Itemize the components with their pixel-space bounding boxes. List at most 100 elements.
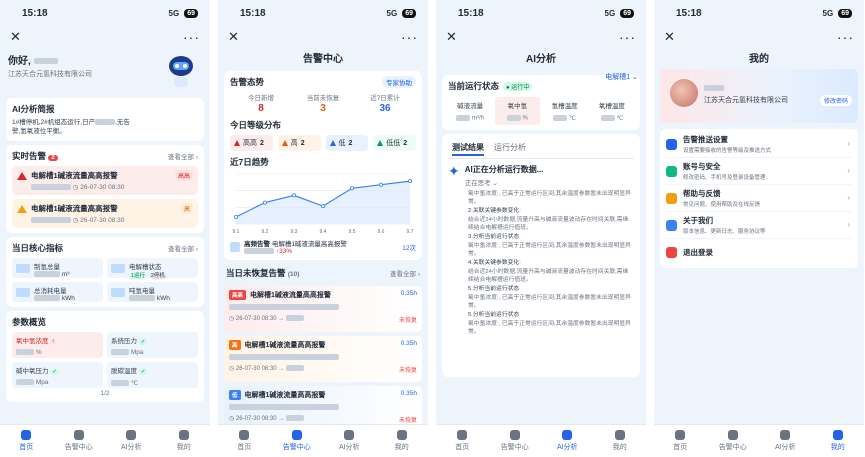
param-item[interactable]: 系统压力 ✓ Mpa <box>107 332 198 358</box>
avatar[interactable] <box>670 79 698 107</box>
close-icon[interactable]: ✕ <box>446 29 457 45</box>
signal-label: 5G <box>168 8 180 18</box>
tab-alarm[interactable]: 告警中心 <box>271 425 324 457</box>
page-indicator: 1/2 <box>100 390 110 397</box>
nav-bar: ✕ ··· <box>0 26 210 48</box>
logout-icon <box>666 247 677 258</box>
tab-bar: 首页 告警中心 AI分析 我的 <box>654 424 864 457</box>
close-icon[interactable]: ✕ <box>664 29 675 45</box>
battery-icon: 69 <box>620 8 634 18</box>
more-icon[interactable]: ··· <box>837 29 854 45</box>
param-item[interactable]: 碱中氧压力 ✓ Mpa <box>12 362 103 388</box>
tab-mine[interactable]: 我的 <box>594 425 647 457</box>
tab-alarm[interactable]: 告警中心 <box>707 425 760 457</box>
alarm-item[interactable]: 电解槽1碱液流量高高报警 ◷ 26-07-30 08:30 高高 <box>12 166 198 195</box>
ai-brief-text-2: 无告 <box>116 119 130 126</box>
unresolved-alarm-item[interactable]: 高高 电解槽1碱液流量高高报警 0.35h ◷ 26-07-30 08:30 → … <box>224 286 422 332</box>
metric-power-total[interactable]: 总消耗电量 kWh <box>12 282 103 302</box>
tab-alarm[interactable]: 告警中心 <box>53 425 106 457</box>
alarm-item[interactable]: 电解槽1碱液流量高高报警 ◷ 26-07-30 08:30 高 <box>12 199 198 228</box>
unresolved-alarm-item[interactable]: 高电解槽1碱液流量高高报警 0.35h ◷ 26-07-30 08:30 → 未… <box>224 336 422 382</box>
close-icon[interactable]: ✕ <box>228 29 239 45</box>
battery-icon: 69 <box>838 8 852 18</box>
ai-brief-card[interactable]: AI分析简报 1#槽停机,2#机组态运行,日产 ,无告 警,氢氧液位平衡。 <box>6 98 204 141</box>
nav-bar: ✕ ··· <box>218 26 428 48</box>
menu-about-us[interactable]: 关于我们 版本信息、更新日志、服务协议等 › <box>666 212 852 239</box>
metric-power-per-ton[interactable]: 吨氢电量 kWh <box>107 282 198 302</box>
chevron-right-icon: › <box>847 220 850 229</box>
core-metrics-title: 当日核心指标 <box>12 243 64 253</box>
kpi-h2-in-o2[interactable]: 氧中氢 % <box>495 97 540 125</box>
kpi-o2-tank-temp[interactable]: 氧槽温度 ℃ <box>590 97 634 125</box>
x-tick-label: 9.4 <box>320 229 327 235</box>
menu-help-feedback[interactable]: 帮助与反馈 常见问题、使用帮助及在线反馈 › <box>666 185 852 212</box>
bell-icon <box>291 430 302 440</box>
trend-point <box>407 179 412 184</box>
kpi-lye-flow[interactable]: 碱液流量 m³/h <box>448 97 492 125</box>
sparkle-icon: ✦ <box>448 163 460 179</box>
tab-home[interactable]: 首页 <box>654 425 707 457</box>
tab-ai[interactable]: AI分析 <box>541 425 594 457</box>
status-time: 15:18 <box>22 7 48 19</box>
view-all-alarms-link[interactable]: 查看全部 › <box>168 151 198 161</box>
unresolved-title: 当日未恢复告警 <box>226 268 286 278</box>
more-icon[interactable]: ··· <box>401 29 418 45</box>
menu-account-security[interactable]: 账号与安全 修改密码、手机号及登录设备管理 › <box>666 158 852 185</box>
trend-point <box>321 204 326 209</box>
kpi-h2-tank-temp[interactable]: 氢槽温度 ℃ <box>543 97 587 125</box>
view-all-unresolved-link[interactable]: 查看全部 › <box>390 268 420 278</box>
change-password-button[interactable]: 修改密码 <box>819 95 852 106</box>
help-icon <box>666 192 677 204</box>
account-icon <box>666 165 677 177</box>
metric-electrolyzer-state[interactable]: 电解槽状态 1运行 2停机 <box>107 258 198 279</box>
alarm-center-screen: 15:18 5G 69 ✕ ··· 告警中心 告警态势 专家协助 今日新增 8 当前未… <box>218 0 428 457</box>
trend-line-chart: 9.1 9.2 9.3 9.4 9.5 9.6 9.7 <box>233 173 414 235</box>
home-icon <box>457 430 468 440</box>
ai-brief-text-3: 警,氢氧液位平衡。 <box>12 128 66 135</box>
menu-alarm-push[interactable]: 告警推送设置 设置需要接收的告警等级及推送方式 › <box>666 131 852 158</box>
user-icon <box>832 430 843 440</box>
status-bar: 15:18 5G 69 <box>218 0 428 26</box>
tab-home[interactable]: 首页 <box>436 425 489 457</box>
thinking-toggle[interactable]: 正在思考 ⌄ <box>465 177 544 187</box>
more-icon[interactable]: ··· <box>619 29 636 45</box>
level-chip-hh[interactable]: 高高 2 <box>230 135 273 151</box>
tab-ai[interactable]: AI分析 <box>323 425 376 457</box>
x-tick-label: 9.1 <box>233 229 240 235</box>
tab-mine[interactable]: 我的 <box>812 425 865 457</box>
menu-logout[interactable]: 退出登录 <box>666 239 852 266</box>
tab-home[interactable]: 首页 <box>0 425 53 457</box>
tab-test-result[interactable]: 测试结果 <box>452 142 484 156</box>
tab-mine[interactable]: 我的 <box>158 425 211 457</box>
tab-run-analysis[interactable]: 运行分析 <box>494 142 526 156</box>
frequent-alarm-row[interactable]: 高频告警 电解槽1碱液流量高高报警 ↑33% 12次 <box>230 238 416 255</box>
level-chip-l[interactable]: 低2 <box>325 135 369 151</box>
device-selector[interactable]: 电解槽1 ⌄ <box>605 72 638 82</box>
view-all-metrics-link[interactable]: 查看全部 › <box>168 243 198 253</box>
tab-mine[interactable]: 我的 <box>376 425 429 457</box>
tab-home[interactable]: 首页 <box>218 425 271 457</box>
warning-icon <box>666 138 677 150</box>
profile-screen: 15:18 5G 69 ✕ ··· 我的 江苏天合元氢科技有限公司 修改密码 告警… <box>654 0 864 457</box>
chart-icon <box>16 264 30 273</box>
tab-alarm[interactable]: 告警中心 <box>489 425 542 457</box>
params-card: 参数概览 氧中氢浓度 ! % 系统压力 ✓ Mpa 碱中氧压力 ✓ Mpa 脱碳… <box>6 311 204 402</box>
page-title: 告警中心 <box>303 54 343 65</box>
metric-hydrogen-total[interactable]: 制氢总量 m³ <box>12 258 103 278</box>
param-item[interactable]: 氧中氢浓度 ! % <box>12 332 103 358</box>
close-icon[interactable]: ✕ <box>10 29 21 45</box>
tab-ai[interactable]: AI分析 <box>105 425 158 457</box>
expert-assist-button[interactable]: 专家协助 <box>382 76 416 88</box>
more-icon[interactable]: ··· <box>183 29 200 45</box>
param-item[interactable]: 脱碳温度 ✓ ℃ <box>107 362 198 388</box>
user-icon <box>614 430 625 440</box>
x-tick-label: 9.6 <box>378 229 385 235</box>
core-metrics-card: 当日核心指标 查看全部 › 制氢总量 m³ 电解槽状态 1运行 2停机 总消耗电量 … <box>6 237 204 307</box>
trend-point <box>234 214 239 219</box>
level-dist-title: 今日等级分布 <box>230 120 282 130</box>
tab-ai[interactable]: AI分析 <box>759 425 812 457</box>
x-tick-label: 9.7 <box>407 229 414 235</box>
level-chip-h[interactable]: 高2 <box>277 135 321 151</box>
level-chip-ll[interactable]: 低低 2 <box>373 135 416 151</box>
status-bar: 15:18 5G 69 <box>0 0 210 26</box>
